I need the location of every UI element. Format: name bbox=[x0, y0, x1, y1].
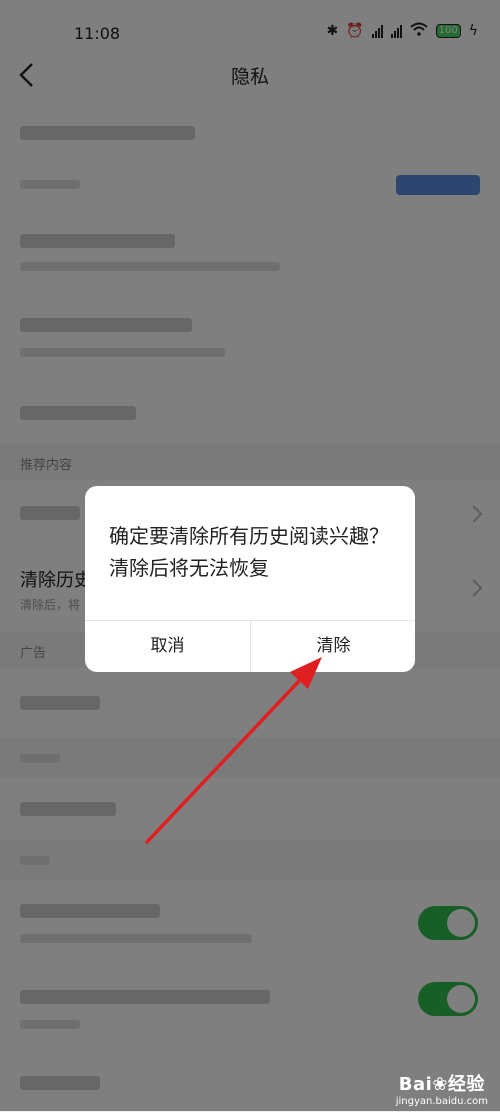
clear-button[interactable]: 清除 bbox=[251, 621, 415, 672]
confirm-dialog: 确定要清除所有历史阅读兴趣？清除后将无法恢复 取消 清除 bbox=[85, 486, 415, 672]
watermark-url: jingyan.baidu.com bbox=[395, 1096, 488, 1107]
cancel-button[interactable]: 取消 bbox=[85, 621, 250, 672]
watermark-logo: Bai❀经验 bbox=[398, 1074, 485, 1095]
dialog-message: 确定要清除所有历史阅读兴趣？清除后将无法恢复 bbox=[109, 524, 389, 580]
watermark: Bai❀经验 jingyan.baidu.com bbox=[396, 1070, 488, 1107]
